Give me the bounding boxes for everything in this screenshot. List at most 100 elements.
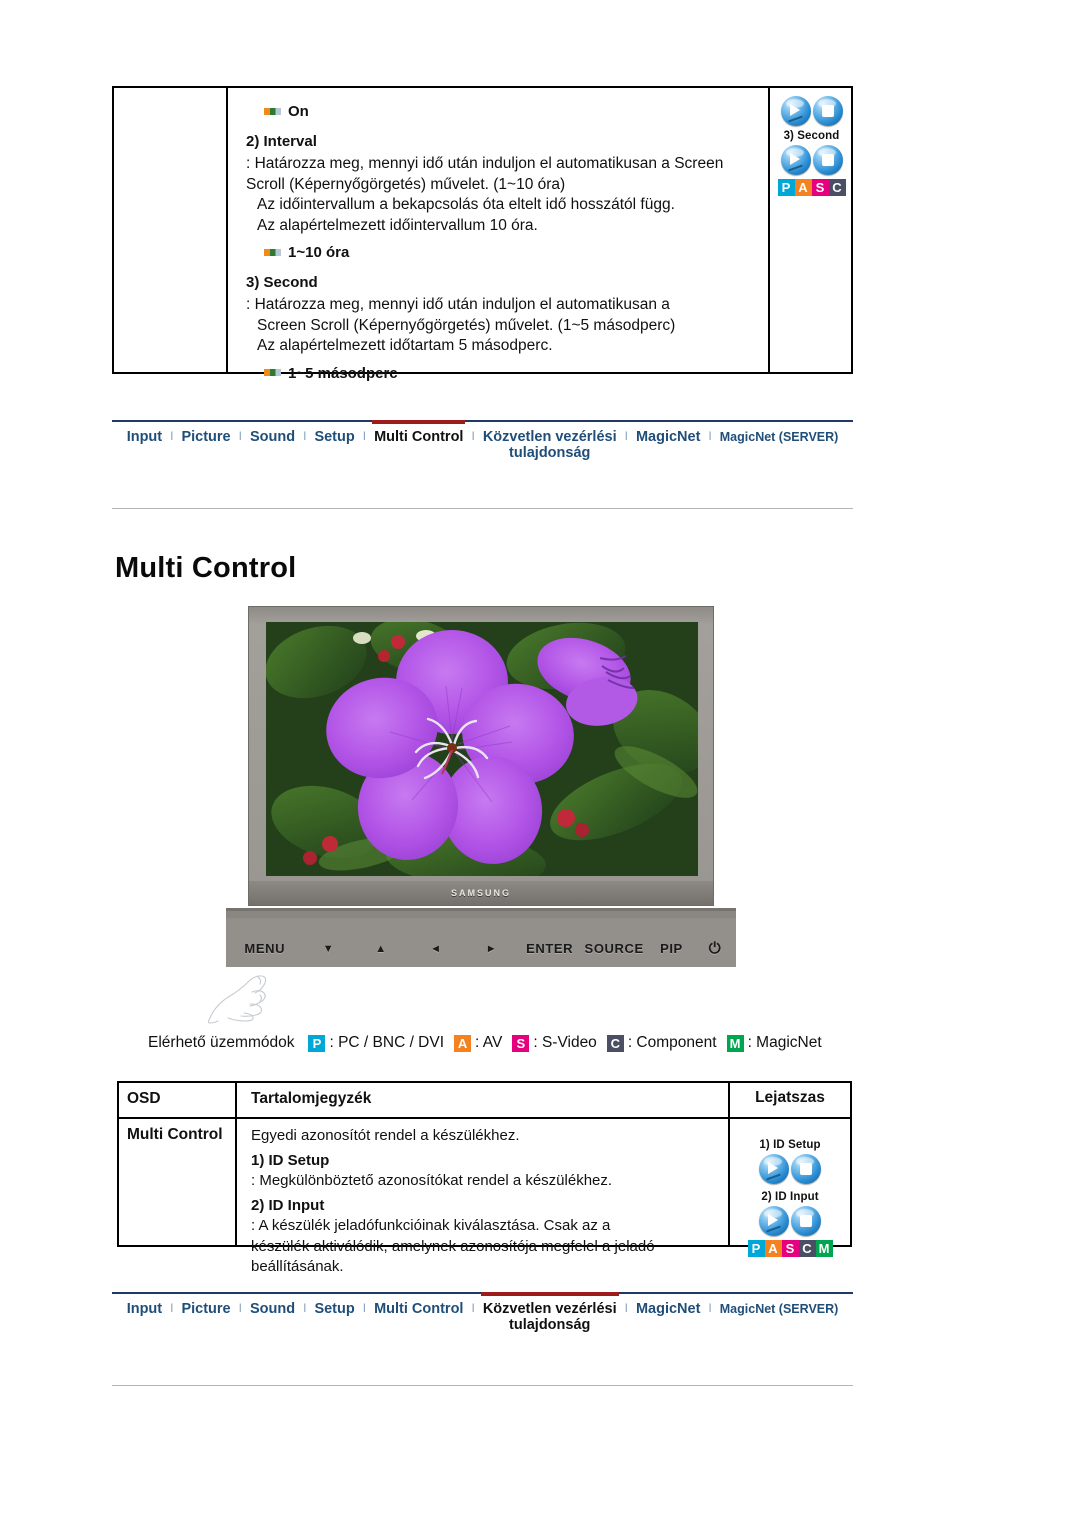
page-root: On 2) Interval : Határozza meg, mennyi i…	[0, 0, 1080, 1527]
sub-title-id-setup: 1) ID Setup	[251, 1151, 330, 1169]
legend-badge-p: P	[308, 1034, 326, 1052]
sub-text-id-input-1: : A készülék jeladófunkcióinak kiválaszt…	[251, 1217, 611, 1234]
monitor-control-panel: MENU ▼ ▲ ◄ ► ENTER SOURCE PIP ⏻	[226, 908, 736, 967]
col-header-osd: OSD	[127, 1090, 161, 1107]
nav-item-multi-control[interactable]: Multi Control	[372, 420, 466, 446]
nav-item-label: Közvetlen vezérlési tulajdonság	[482, 1301, 617, 1333]
nav-item-magicnet[interactable]: MagicNet	[634, 1301, 702, 1318]
nav-item-input[interactable]: Input	[125, 429, 164, 446]
monitor-screen	[266, 622, 698, 876]
legend-badge-s: S	[512, 1034, 530, 1052]
nav-separator: I	[238, 429, 242, 443]
item-second-body: : Határozza meg, mennyi idő után induljo…	[246, 296, 676, 354]
nav-item-label: Picture	[181, 1301, 231, 1317]
row-intro-text: Egyedi azonosítót rendel a készülékhez.	[251, 1127, 520, 1144]
remote-button-pair-id-setup	[730, 1154, 850, 1184]
top-table-icon-column: 3) Second P A S C	[770, 88, 853, 372]
nav-item-picture[interactable]: Picture	[179, 1301, 232, 1318]
legend-label: Elérhető üzemmódok	[148, 1034, 295, 1051]
legend-text-a: : AV	[475, 1034, 503, 1051]
bullet-second-range: 1~5 másodperc	[264, 364, 762, 385]
nav-item-label: Setup	[314, 429, 355, 445]
mode-badges-pasc: P A S C	[770, 179, 853, 196]
nav-item-label: Sound	[249, 429, 296, 445]
mode-badge-p: P	[777, 179, 795, 196]
mode-badge-a: A	[794, 179, 812, 196]
bullet-marker-icon	[264, 248, 281, 256]
top-table-description-column: On 2) Interval : Határozza meg, mennyi i…	[228, 88, 770, 382]
nav-top-items[interactable]: Input I Picture I Sound I Setup I Multi Control I…	[112, 420, 853, 461]
stop-button-icon	[791, 1206, 821, 1236]
mode-badge-m: M	[815, 1240, 833, 1257]
mode-badge-s: S	[811, 179, 829, 196]
nav-separator: I	[624, 1301, 628, 1315]
nav-item-picture[interactable]: Picture	[179, 429, 232, 446]
nav-item-label: MagicNet (SERVER)	[719, 430, 839, 444]
nav-bottom-items[interactable]: Input I Picture I Sound I Setup I Multi Control I…	[112, 1292, 853, 1333]
nav-separator: I	[471, 429, 475, 443]
nav-separator: I	[708, 1301, 712, 1315]
item-interval-body: : Határozza meg, mennyi idő után induljo…	[246, 155, 724, 234]
mode-badge-a: A	[764, 1240, 782, 1257]
legend-badge-c: C	[606, 1034, 624, 1052]
nav-item-sound[interactable]: Sound	[248, 1301, 297, 1318]
nav-item-magicnet-server[interactable]: MagicNet (SERVER)	[718, 429, 841, 446]
control-button-right-icon[interactable]: ►	[463, 943, 519, 955]
sub-text-id-input-3: beállításának.	[251, 1258, 344, 1275]
stop-button-icon	[812, 96, 843, 126]
remote-button-pair-bottom	[770, 145, 853, 175]
sub-title-id-input: 2) ID Input	[251, 1196, 325, 1214]
control-button-enter[interactable]: ENTER	[520, 941, 580, 956]
nav-separator: I	[303, 429, 307, 443]
icon-label-id-setup: 1) ID Setup	[759, 1139, 821, 1151]
icon-label-second: 3) Second	[783, 130, 840, 142]
nav-item-label: Sound	[249, 1301, 296, 1317]
nav-separator: I	[238, 1301, 242, 1315]
nav-item-sound[interactable]: Sound	[248, 429, 297, 446]
legend-badge-m: M	[726, 1034, 744, 1052]
mode-badge-p: P	[747, 1240, 765, 1257]
nav-item-label: Setup	[314, 1301, 355, 1317]
nav-item-magicnet-server[interactable]: MagicNet (SERVER)	[718, 1301, 841, 1318]
nav-separator: I	[471, 1301, 475, 1315]
nav-bottom: Input I Picture I Sound I Setup I Multi Control I…	[112, 1292, 853, 1333]
monitor-brand-strip: SAMSUNG	[249, 881, 713, 905]
divider-upper	[112, 508, 853, 509]
legend-text-s: : S-Video	[533, 1034, 597, 1051]
control-button-pip[interactable]: PIP	[649, 941, 694, 956]
nav-item-label: MagicNet (SERVER)	[719, 1302, 839, 1316]
remote-button-pair-top	[770, 96, 853, 126]
control-button-up-icon[interactable]: ▲	[354, 943, 409, 955]
bullet-on: On	[264, 102, 762, 123]
nav-item-input[interactable]: Input	[125, 1301, 164, 1318]
remote-button-pair-id-input	[730, 1206, 850, 1236]
bullet-interval-range: 1~10 óra	[264, 243, 762, 264]
nav-item-label: Multi Control	[374, 1301, 464, 1317]
control-button-power[interactable]: ⏻	[694, 940, 736, 957]
bullet-marker-icon	[264, 107, 281, 115]
nav-item-label: Multi Control	[374, 429, 464, 445]
nav-item-setup[interactable]: Setup	[312, 1301, 356, 1318]
nav-item-setup[interactable]: Setup	[312, 429, 356, 446]
monitor-control-buttons[interactable]: MENU ▼ ▲ ◄ ► ENTER SOURCE PIP ⏻	[226, 940, 736, 957]
col-header-playback: Lejatszas	[755, 1089, 825, 1106]
control-button-source[interactable]: SOURCE	[579, 941, 648, 956]
control-button-left-icon[interactable]: ◄	[408, 943, 463, 955]
control-button-menu[interactable]: MENU	[226, 941, 303, 956]
legend-text-m: : MagicNet	[747, 1034, 822, 1051]
sub-text-id-input-2: készülék aktiválódik, amelynek azonosító…	[251, 1237, 655, 1255]
mode-badge-c: C	[798, 1240, 816, 1257]
brand-label: SAMSUNG	[450, 888, 511, 898]
mode-badges-pascm: P A S C M	[730, 1240, 850, 1257]
nav-item-k-zvetlen-vez-rl-si-tulajdons-g[interactable]: Közvetlen vezérlési tulajdonság	[480, 1292, 619, 1333]
divider-lower	[112, 1385, 853, 1386]
play-button-icon	[759, 1154, 789, 1184]
nav-item-multi-control[interactable]: Multi Control	[372, 1301, 465, 1318]
nav-item-magicnet[interactable]: MagicNet	[634, 429, 702, 446]
sub-text-id-setup: : Megkülönböztető azonosítókat rendel a …	[251, 1172, 613, 1189]
item-interval-title: 2) Interval	[246, 132, 317, 150]
play-button-icon	[780, 96, 811, 126]
osd-table: OSD Tartalomjegyzék Lejatszas Multi Cont…	[117, 1081, 852, 1275]
control-button-down-icon[interactable]: ▼	[303, 943, 353, 955]
nav-item-k-zvetlen-vez-rl-si-tulajdons-g[interactable]: Közvetlen vezérlési tulajdonság	[481, 429, 619, 461]
